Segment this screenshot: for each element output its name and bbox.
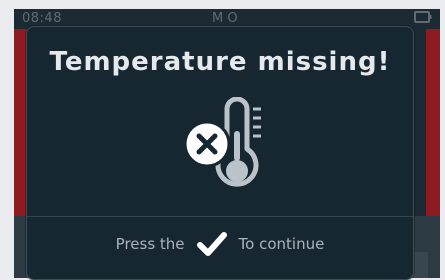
status-time: 08:48 xyxy=(22,11,62,26)
thermometer-icon xyxy=(183,96,261,187)
dialog-title: Temperature missing! xyxy=(49,47,391,77)
close-icon xyxy=(183,120,231,168)
dialog-divider xyxy=(27,216,413,217)
temperature-missing-dialog: Temperature missing! Press the To contin… xyxy=(26,26,414,280)
battery-icon xyxy=(414,11,432,23)
footer-text-after: To continue xyxy=(238,235,325,253)
thermometer-missing-icon xyxy=(177,96,287,197)
dialog-footer-hint: Press the To continue xyxy=(27,230,413,258)
background-alert-right xyxy=(426,29,440,217)
status-center-label: M O xyxy=(212,11,238,26)
footer-text-before: Press the xyxy=(115,235,185,253)
check-icon[interactable] xyxy=(196,231,227,257)
